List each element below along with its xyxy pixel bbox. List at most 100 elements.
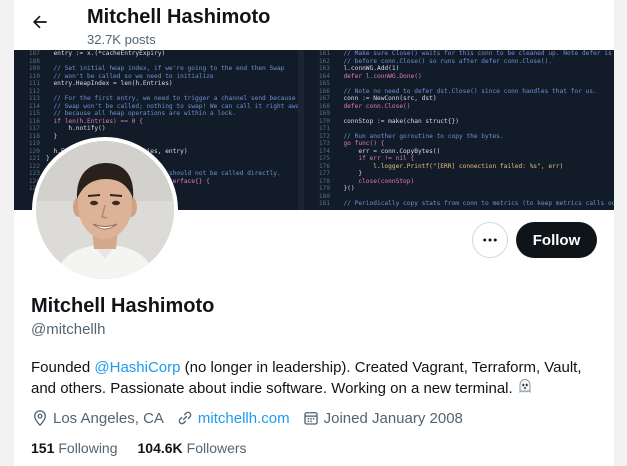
code-line-number: 174 [318, 147, 330, 155]
code-line-number: 115 [28, 110, 40, 117]
code-line-number: 121 [28, 155, 40, 162]
right-code-line: 177 } [304, 170, 614, 178]
left-code-line: 113 // For the first entry, we need to t… [14, 95, 298, 103]
code-line-number: 175 [318, 155, 330, 162]
code-line-number: 170 [318, 117, 330, 125]
code-line-number: 165 [318, 80, 330, 87]
code-line-text: // Periodically copy stats from conn to … [336, 200, 614, 207]
code-line-text: if err != nil { [336, 155, 415, 162]
joined-text: Joined January 2008 [323, 409, 463, 427]
right-code-line: 164 defer l.connWG.Done() [304, 73, 614, 81]
follow-button[interactable]: Follow [516, 222, 597, 258]
followers-count: 104.6K [137, 440, 183, 456]
left-code-line: 116 if len(h.Entries) == 0 { [14, 118, 298, 126]
left-code-line: 109 // Set initial heap index, if we're … [14, 65, 298, 73]
code-line-number: 119 [28, 140, 40, 147]
code-line-text: close(connStop) [336, 177, 415, 185]
code-line-number: 112 [28, 87, 40, 95]
link-icon [178, 411, 192, 425]
banner-code-right: 161 // Make sure Close() waits for this … [304, 50, 614, 210]
code-line-number: 180 [318, 192, 330, 200]
header-post-count: 32.7K posts [87, 32, 156, 47]
code-line-text: }() [336, 185, 355, 192]
profile-page: 187 entry := x.(*cacheEntryExpiry) 188 109… [14, 0, 614, 466]
code-line-number: 168 [318, 102, 330, 110]
code-line-number: 178 [318, 177, 330, 185]
left-code-line: 117 h.notify() [14, 125, 298, 133]
header-display-name: Mitchell Hashimoto [87, 6, 271, 28]
left-code-line: 119 [14, 140, 298, 148]
right-code-line: 168 defer conn.Close() [304, 103, 614, 111]
bio-mention-link[interactable]: @HashiCorp [94, 359, 180, 376]
followers-link[interactable]: 104.6K Followers [138, 440, 247, 456]
profile-bio: Founded @HashiCorp (no longer in leaders… [31, 357, 601, 400]
following-count: 151 [31, 440, 55, 456]
code-line-text: if len(h.Entries) == 0 { [46, 117, 143, 125]
code-line-text: } [336, 170, 363, 177]
code-line-number: 187 [28, 50, 40, 57]
code-line-number: 118 [28, 132, 40, 140]
code-line-text: } [46, 132, 58, 140]
right-code-line: 175 if err != nil { [304, 155, 614, 163]
avatar[interactable] [32, 137, 178, 283]
left-code-line: 111 entry.HeapIndex = len(h.Entries) [14, 80, 298, 88]
location-pin-icon [34, 410, 46, 427]
profile-handle: @mitchellh [31, 321, 106, 338]
follow-counts: 151 Following 104.6K Followers [31, 440, 267, 456]
code-line-text: defer l.connWG.Done() [336, 72, 422, 80]
profile-meta: Los Angeles, CA mitchellh.com Joined Jan… [31, 408, 475, 428]
left-code-line: 115 // because all heap operations are w… [14, 110, 298, 118]
code-line-number: 110 [28, 72, 40, 80]
code-line-number: 117 [28, 125, 40, 132]
code-line-number: 188 [28, 57, 40, 65]
right-code-line: 173 go func() { [304, 140, 614, 148]
back-button[interactable] [26, 8, 54, 36]
code-line-text: // Swap won't be called; nothing to swap… [46, 102, 298, 110]
code-line-text: // Set initial heap index, if we're goin… [46, 65, 285, 72]
code-line-number: 114 [28, 102, 40, 110]
code-line-text: entry := x.(*cacheEntryExpiry) [46, 50, 166, 57]
code-line-text: conn := NewConn(src, dst) [336, 95, 437, 102]
right-code-line: 161 // Make sure Close() waits for this … [304, 50, 614, 58]
avatar-photo [36, 141, 174, 279]
profile-location: Los Angeles, CA [31, 409, 164, 427]
code-line-number: 162 [318, 57, 330, 65]
code-line-text: entry.HeapIndex = len(h.Entries) [46, 80, 173, 87]
code-line-number: 122 [28, 162, 40, 170]
code-line-text: // because all heap operations are withi… [46, 110, 236, 117]
code-line-number: 176 [318, 162, 330, 170]
bio-text-prefix: Founded [31, 359, 95, 376]
more-options-button[interactable] [472, 222, 508, 258]
right-code-line: 181 // Periodically copy stats from conn… [304, 200, 614, 208]
code-line-text: l.connWG.Add(1) [336, 65, 400, 72]
code-line-text: err = conn.CopyBytes() [336, 147, 441, 155]
code-line-number: 116 [28, 117, 40, 125]
code-line-text: // For the first entry, we need to trigg… [46, 95, 296, 102]
left-code-line: 188 [14, 58, 298, 66]
profile-joined: Joined January 2008 [302, 409, 463, 427]
right-code-line: 174 err = conn.CopyBytes() [304, 148, 614, 156]
right-code-line: 171 [304, 125, 614, 133]
right-code-line: 169 [304, 110, 614, 118]
arrow-left-icon [32, 15, 47, 29]
code-line-text: // Run another goroutine to copy the byt… [336, 132, 504, 140]
code-line-text: // before conn.Close() so runs after def… [336, 57, 553, 65]
code-line-number: 120 [28, 147, 40, 155]
code-line-number: 172 [318, 132, 330, 140]
right-code-line: 180 [304, 193, 614, 201]
right-code-line: 165 [304, 80, 614, 88]
right-code-line: 170 connStop := make(chan struct{}) [304, 118, 614, 126]
code-line-number: 164 [318, 72, 330, 80]
website-link[interactable]: mitchellh.com [198, 410, 290, 427]
code-line-number: 179 [318, 185, 330, 192]
more-dots-icon [483, 238, 497, 242]
right-code-line: 179 }() [304, 185, 614, 193]
code-line-number: 171 [318, 125, 330, 132]
code-line-number: 163 [318, 65, 330, 72]
following-link[interactable]: 151 Following [31, 440, 118, 456]
code-line-number: 166 [318, 87, 330, 95]
code-line-number: 181 [318, 200, 330, 207]
code-line-text: defer conn.Close() [336, 102, 411, 110]
right-code-line: 176 l.logger.Printf("[ERR] connection fa… [304, 163, 614, 171]
profile-display-name: Mitchell Hashimoto [31, 295, 215, 317]
